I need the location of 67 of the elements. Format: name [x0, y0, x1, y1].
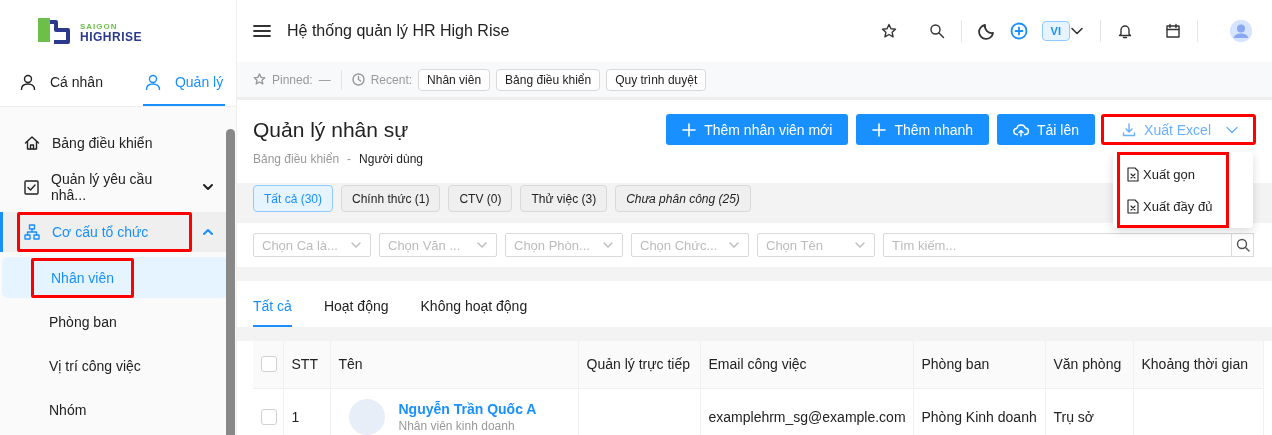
column-header: STT: [283, 341, 330, 388]
clock-icon: [351, 73, 365, 86]
breadcrumb-separator: -: [347, 152, 352, 166]
calendar-icon: [1165, 23, 1181, 39]
status-filter-chip[interactable]: Chính thức (1): [341, 185, 441, 212]
home-icon: [24, 135, 40, 151]
checkbox-icon: [24, 179, 39, 195]
table-cell: Phòng Kinh doanh: [913, 388, 1045, 435]
column-header: Email công việc: [700, 341, 913, 388]
search-field[interactable]: Tìm kiếm...: [883, 233, 1232, 257]
column-header: Tên: [330, 341, 578, 388]
table-cell: 1: [283, 388, 330, 435]
status-filter-chip[interactable]: CTV (0): [448, 185, 513, 212]
excel-file-icon: [1127, 198, 1139, 214]
breadcrumb-item: Người dùng: [359, 152, 423, 166]
excel-file-icon: [1127, 166, 1139, 182]
pinned-value: —: [318, 72, 331, 87]
column-header: Quản lý trực tiếp: [578, 341, 700, 388]
plus-circle-icon: [1009, 22, 1028, 40]
sidebar-subitem[interactable]: Phòng ban: [0, 300, 226, 344]
pinned-label: Pinned:: [272, 72, 313, 87]
user-icon: [144, 74, 161, 90]
plus-icon: [682, 122, 697, 137]
sidebar-subitem[interactable]: Vị trí công việc: [0, 344, 226, 388]
recent-label: Recent:: [370, 72, 413, 87]
hierarchy-icon: [24, 224, 40, 240]
column-header: Khoảng thời gian: [1133, 341, 1263, 388]
plus-icon: [872, 122, 887, 137]
table-cell: examplehrm_sg@example.com: [700, 388, 913, 435]
status-filter-chip[interactable]: Chưa phân công (25): [615, 185, 751, 212]
chevron-up-icon: [202, 226, 214, 238]
menu-item[interactable]: Xuất gọn: [1113, 158, 1253, 190]
star-icon: [253, 73, 266, 86]
sidebar-item[interactable]: Quản lý yêu cầu nhâ...: [0, 165, 226, 209]
search-button[interactable]: [1232, 233, 1254, 257]
recent-chip[interactable]: Quy trình duyệt: [606, 68, 707, 91]
scrollbar[interactable]: [226, 129, 235, 435]
table-cell: Trụ sở: [1045, 388, 1133, 435]
bell-icon: [1117, 23, 1133, 39]
avatar-icon[interactable]: [1230, 20, 1252, 42]
user-icon: [20, 74, 36, 90]
view-tab[interactable]: Không hoạt động: [420, 281, 528, 327]
view-tab[interactable]: Hoạt động: [323, 281, 389, 327]
checkbox[interactable]: [261, 409, 277, 426]
cloud-upload-icon: [1013, 122, 1030, 137]
star-icon: [880, 23, 897, 39]
search-icon: [1235, 238, 1250, 252]
recent-chip[interactable]: Bảng điều khiển: [496, 68, 601, 91]
app-title: Hệ thống quản lý HR High Rise: [287, 22, 511, 40]
status-filter-chip[interactable]: Thử việc (3): [520, 185, 608, 212]
sidebar-item[interactable]: Bảng điều khiển: [0, 121, 226, 165]
sidebar-tab[interactable]: Cá nhân: [18, 60, 105, 106]
chevron-down-icon: [202, 181, 214, 193]
page-title: Quản lý nhân sự: [253, 118, 410, 142]
column-header: Phòng ban: [913, 341, 1045, 388]
logo-text: SAIGON: [80, 23, 119, 31]
recent-chip[interactable]: Nhân viên: [418, 68, 491, 91]
checkbox[interactable]: [261, 356, 277, 373]
menu-item[interactable]: Xuất đầy đủ: [1113, 190, 1253, 222]
download-icon: [1122, 122, 1137, 137]
search-icon: [928, 23, 945, 39]
logo-text: HIGHRISE: [80, 31, 142, 43]
menu-icon: [253, 23, 271, 39]
sidebar-subitem[interactable]: Nhóm: [0, 388, 226, 432]
column-header: Văn phòng: [1045, 341, 1133, 388]
moon-icon: [977, 22, 996, 40]
employee-position: Nhân viên kinh doanh: [398, 419, 516, 434]
